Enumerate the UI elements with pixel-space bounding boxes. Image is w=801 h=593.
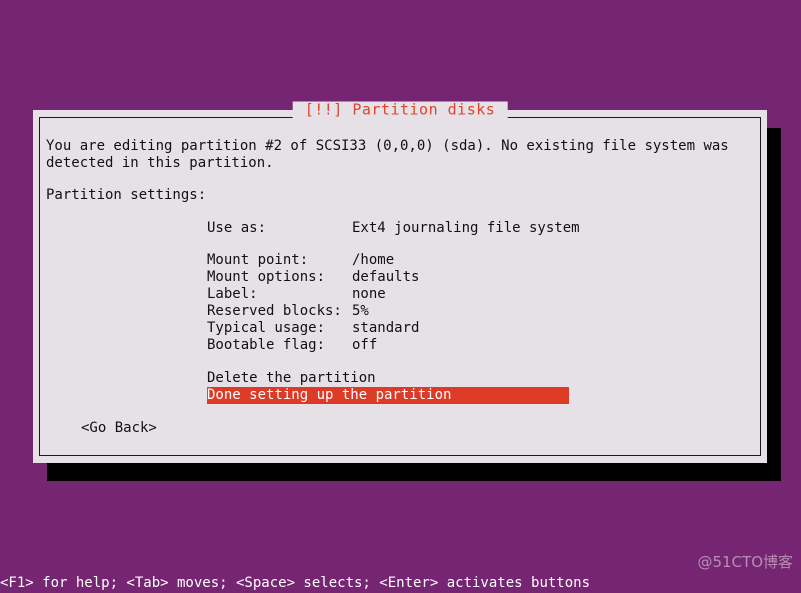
setting-row-mount-options[interactable]: Mount options: defaults xyxy=(46,269,754,286)
action-delete-partition[interactable]: Delete the partition xyxy=(207,370,569,387)
intro-message: You are editing partition #2 of SCSI33 (… xyxy=(46,138,754,172)
setting-row-label[interactable]: Label: none xyxy=(46,286,754,303)
partition-settings-heading: Partition settings: xyxy=(46,187,207,203)
partition-actions-list: Delete the partition Done setting up the… xyxy=(46,370,754,404)
partition-disks-dialog: [!!] Partition disks You are editing par… xyxy=(33,101,767,463)
setting-value-mount-options: defaults xyxy=(352,269,420,285)
setting-value-label: none xyxy=(352,286,386,302)
partition-settings-list: Use as: Ext4 journaling file system Moun… xyxy=(46,220,754,354)
setting-label-typical-usage: Typical usage: xyxy=(207,320,326,336)
setting-value-use-as: Ext4 journaling file system xyxy=(352,220,580,236)
setting-row-reserved-blocks[interactable]: Reserved blocks: 5% xyxy=(46,303,754,320)
intro-line-1: You are editing partition #2 of SCSI33 (… xyxy=(46,138,729,154)
help-bar: <F1> for help; <Tab> moves; <Space> sele… xyxy=(0,575,591,591)
setting-label-mount-point: Mount point: xyxy=(207,252,309,268)
setting-label-label: Label: xyxy=(207,286,258,302)
dialog-content: You are editing partition #2 of SCSI33 (… xyxy=(46,138,754,453)
setting-value-mount-point: /home xyxy=(352,252,395,268)
intro-line-2: detected in this partition. xyxy=(46,155,274,171)
setting-label-mount-options: Mount options: xyxy=(207,269,326,285)
setting-label-bootable-flag: Bootable flag: xyxy=(207,337,326,353)
setting-label-reserved-blocks: Reserved blocks: xyxy=(207,303,342,319)
setting-label-use-as: Use as: xyxy=(207,220,267,236)
setting-value-reserved-blocks: 5% xyxy=(352,303,369,319)
action-done-setting-up-partition[interactable]: Done setting up the partition xyxy=(207,387,569,404)
go-back-button[interactable]: <Go Back> xyxy=(46,420,754,437)
setting-value-typical-usage: standard xyxy=(352,320,420,336)
dialog-title: [!!] Partition disks xyxy=(292,101,508,119)
setting-row-mount-point[interactable]: Mount point: /home xyxy=(46,252,754,269)
setting-row-typical-usage[interactable]: Typical usage: standard xyxy=(46,320,754,337)
setting-row-bootable-flag[interactable]: Bootable flag: off xyxy=(46,337,754,354)
setting-row-use-as[interactable]: Use as: Ext4 journaling file system xyxy=(46,220,754,237)
setting-value-bootable-flag: off xyxy=(352,337,378,353)
